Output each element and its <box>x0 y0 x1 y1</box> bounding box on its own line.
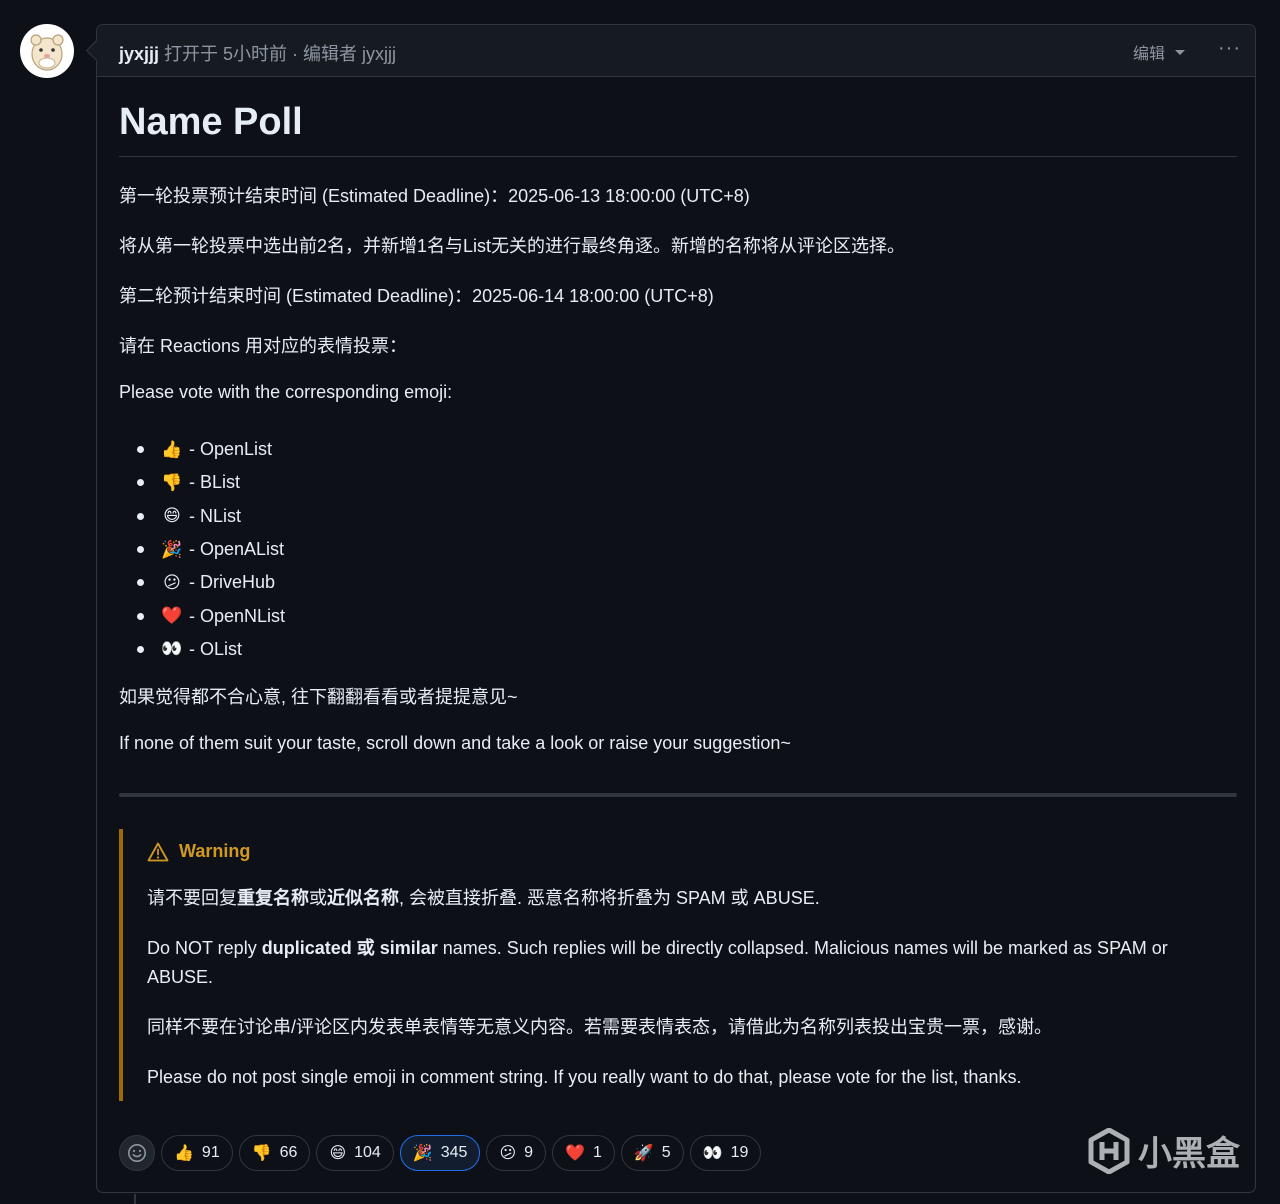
reaction-count: 5 <box>661 1144 671 1161</box>
warning-callout: Warning 请不要回复重复名称或近似名称, 会被直接折叠. 恶意名称将折叠为… <box>119 829 1237 1101</box>
edit-label: 编辑 <box>1132 46 1165 63</box>
name-options-list: 👍 - OpenList 👎 - BList 😄 - NList 🎉 - OpenALi… <box>137 433 285 666</box>
horizontal-rule <box>119 793 1237 797</box>
reaction-confused[interactable]: 😕 9 <box>486 1135 547 1171</box>
warning-title: Warning <box>147 841 250 862</box>
option-label: - DriveHub <box>189 572 276 593</box>
xiaoheihe-logo-icon <box>1088 1127 1130 1174</box>
suggestion-cn: 如果觉得都不合心意, 往下翻翻看看或者提提意见~ <box>119 687 518 707</box>
laugh-icon: 😄 <box>329 1145 347 1162</box>
warning-en-2: Please do not post single emoji in comme… <box>147 1067 1022 1087</box>
option-label: - OpenList <box>189 439 273 460</box>
watermark: 小黑盒 <box>1088 1126 1240 1175</box>
issue-comment-card: jyxjjj 打开于 5小时前 · 编辑者 jyxjjj 编辑 ··· Name… <box>85 24 1256 1193</box>
eyes-icon: 👀 <box>702 1145 723 1162</box>
option-label: - OpenAList <box>189 539 285 560</box>
bullet-icon <box>137 479 144 487</box>
kebab-menu-icon[interactable]: ··· <box>1218 37 1241 60</box>
thumbs-down-icon: 👎 <box>251 1145 272 1162</box>
hamster-avatar-icon <box>30 34 64 71</box>
bullet-icon <box>137 546 144 554</box>
reaction-hooray[interactable]: 🎉 345 <box>399 1135 481 1171</box>
watermark-text: 小黑盒 <box>1138 1135 1240 1173</box>
title-divider <box>119 156 1237 157</box>
reaction-laugh[interactable]: 😄 104 <box>316 1135 394 1171</box>
bullet-icon <box>137 446 144 454</box>
reaction-thumbs-down[interactable]: 👎 66 <box>238 1135 311 1171</box>
hooray-icon: 🎉 <box>161 539 183 559</box>
comment-pointer <box>85 39 108 62</box>
rocket-icon: 🚀 <box>633 1145 654 1162</box>
laugh-icon: 😄 <box>163 506 181 526</box>
reaction-rocket[interactable]: 🚀 5 <box>620 1135 684 1171</box>
thumbs-down-icon: 👎 <box>161 472 183 492</box>
comment-header: jyxjjj 打开于 5小时前 · 编辑者 jyxjjj 编辑 ··· <box>85 25 1255 77</box>
list-item: 👎 - BList <box>137 466 285 499</box>
suggestion-en: If none of them suit your taste, scroll … <box>119 733 791 753</box>
eyes-icon: 👀 <box>161 639 183 659</box>
option-label: - NList <box>189 505 242 526</box>
list-item: ❤️ - OpenNList <box>137 599 285 632</box>
reaction-heart[interactable]: ❤️ 1 <box>552 1135 615 1171</box>
author-avatar[interactable] <box>20 24 74 78</box>
confused-icon: 😕 <box>163 572 181 592</box>
smiley-icon <box>128 1144 146 1162</box>
option-label: - BList <box>189 472 241 493</box>
heart-icon: ❤️ <box>161 606 183 626</box>
warning-title-text: Warning <box>179 841 251 861</box>
reaction-count: 104 <box>354 1144 381 1161</box>
list-item: 🎉 - OpenAList <box>137 533 285 566</box>
add-reaction-button[interactable] <box>119 1135 155 1171</box>
reaction-eyes[interactable]: 👀 19 <box>689 1135 762 1171</box>
caret-down-icon <box>1175 49 1185 55</box>
warning-icon <box>147 842 169 861</box>
hooray-icon: 🎉 <box>412 1145 433 1162</box>
list-item: 😄 - NList <box>137 500 285 533</box>
reactions-bar: 👍 91 👎 66 😄 104 🎉 345 😕 9 ❤️ 1 🚀 5 👀 19 <box>119 1135 762 1171</box>
bullet-icon <box>137 512 144 520</box>
reaction-count: 9 <box>524 1144 534 1161</box>
comment-meta: jyxjjj 打开于 5小时前 · 编辑者 jyxjjj <box>119 40 396 66</box>
warning-cn-2: 同样不要在讨论串/评论区内发表单表情等无意义内容。若需要表情表态，请借此为名称列… <box>147 1017 1052 1037</box>
option-label: - OpenNList <box>189 605 286 626</box>
bullet-icon <box>137 579 144 587</box>
warning-cn-1: 请不要回复重复名称或近似名称, 会被直接折叠. 恶意名称将折叠为 SPAM 或 … <box>147 888 820 908</box>
vote-instruction-en: Please vote with the corresponding emoji… <box>119 382 453 402</box>
deadline-round1: 第一轮投票预计结束时间 (Estimated Deadline)：2025-06… <box>119 186 750 206</box>
warning-en-1: Do NOT reply duplicated 或 similar names.… <box>147 938 1168 987</box>
round2-intro: 将从第一轮投票中选出前2名，并新增1名与List无关的进行最终角逐。新增的名称将… <box>119 236 906 256</box>
confused-icon: 😕 <box>499 1145 517 1162</box>
vote-instruction-cn: 请在 Reactions 用对应的表情投票： <box>119 336 408 356</box>
deadline-round2: 第二轮预计结束时间 (Estimated Deadline)：2025-06-1… <box>119 286 714 306</box>
thumbs-up-icon: 👍 <box>161 439 183 459</box>
reaction-count: 91 <box>201 1144 220 1161</box>
list-item: 👍 - OpenList <box>137 433 285 466</box>
edit-history-button[interactable]: 编辑 <box>1133 40 1185 64</box>
timeline-line <box>134 1194 136 1204</box>
reaction-count: 1 <box>592 1144 602 1161</box>
bullet-icon <box>137 645 144 653</box>
option-label: - OList <box>189 638 243 659</box>
heart-icon: ❤️ <box>565 1145 585 1162</box>
bullet-icon <box>137 612 144 620</box>
reaction-count: 66 <box>279 1144 298 1161</box>
reaction-count: 345 <box>440 1144 468 1161</box>
meta-text: 打开于 5小时前 · 编辑者 jyxjjj <box>164 44 397 64</box>
list-item: 👀 - OList <box>137 633 285 666</box>
reaction-count: 19 <box>730 1144 749 1161</box>
reaction-thumbs-up[interactable]: 👍 91 <box>161 1135 233 1171</box>
issue-title: Name Poll <box>119 101 303 143</box>
thumbs-up-icon: 👍 <box>174 1145 194 1162</box>
list-item: 😕 - DriveHub <box>137 566 285 599</box>
author-link[interactable]: jyxjjj <box>119 44 159 64</box>
